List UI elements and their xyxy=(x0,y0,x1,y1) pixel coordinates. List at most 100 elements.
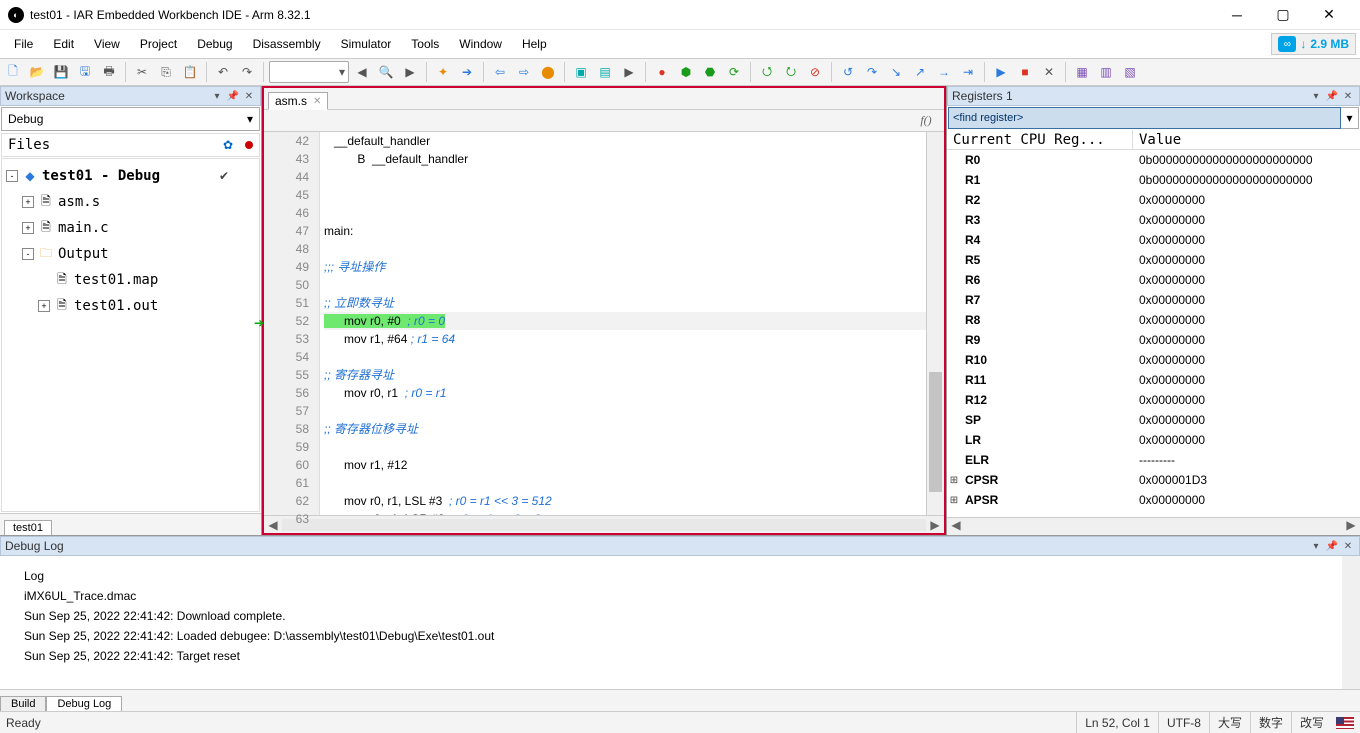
editor-hscrollbar[interactable]: ◀▶ xyxy=(264,515,944,533)
register-row[interactable]: SP0x00000000 xyxy=(947,410,1360,430)
go-button[interactable]: ⭯ xyxy=(756,61,778,83)
menu-file[interactable]: File xyxy=(4,32,43,56)
compile-button[interactable]: ▣ xyxy=(570,61,592,83)
nav-fwd-button[interactable]: ⇨ xyxy=(513,61,535,83)
register-row[interactable]: R80x00000000 xyxy=(947,310,1360,330)
workspace-close-button[interactable]: ✕ xyxy=(242,89,256,103)
watch-button[interactable]: ▧ xyxy=(1119,61,1141,83)
trace-button[interactable]: ▦ xyxy=(1071,61,1093,83)
paste-button[interactable]: 📋 xyxy=(179,61,201,83)
step-into-button[interactable]: ↘ xyxy=(885,61,907,83)
search-combo[interactable]: ▾ xyxy=(269,61,349,83)
make-button[interactable]: ▤ xyxy=(594,61,616,83)
gear-icon[interactable]: ✿ xyxy=(223,138,233,152)
find-button[interactable]: 🔍 xyxy=(375,61,397,83)
copy-button[interactable]: ⎘ xyxy=(155,61,177,83)
register-find-input[interactable] xyxy=(948,107,1341,129)
close-tab-button[interactable]: ✕ xyxy=(313,96,321,107)
menu-tools[interactable]: Tools xyxy=(401,32,449,56)
register-row[interactable]: R60x00000000 xyxy=(947,270,1360,290)
register-row[interactable]: R120x00000000 xyxy=(947,390,1360,410)
register-row[interactable]: ⊞APSR0x00000000 xyxy=(947,490,1360,510)
register-row[interactable]: R00b000000000000000000000000 xyxy=(947,150,1360,170)
halt-button[interactable]: ■ xyxy=(1014,61,1036,83)
download-debug-button[interactable]: ⬢ xyxy=(675,61,697,83)
cut-button[interactable]: ✂ xyxy=(131,61,153,83)
tree-row[interactable]: +🗎main.c xyxy=(2,215,259,241)
registers-menu-button[interactable]: ▾ xyxy=(1309,89,1323,103)
tree-row[interactable]: 🗎test01.map xyxy=(2,267,259,293)
next-statement-button[interactable]: → xyxy=(933,61,955,83)
close-debug-button[interactable]: ✕ xyxy=(1038,61,1060,83)
tree-row[interactable]: -🗀Output xyxy=(2,241,259,267)
language-flag-icon[interactable] xyxy=(1336,717,1354,729)
undo-button[interactable]: ↶ xyxy=(212,61,234,83)
editor-code[interactable]: __default_handler B __default_handlermai… xyxy=(320,132,926,515)
stop-build-button[interactable]: ▶ xyxy=(618,61,640,83)
menu-disassembly[interactable]: Disassembly xyxy=(243,32,331,56)
log-tab-debug-log[interactable]: Debug Log xyxy=(46,696,122,711)
editor-vscrollbar[interactable] xyxy=(926,132,944,515)
registers-body[interactable]: R00b000000000000000000000000R10b00000000… xyxy=(947,150,1360,517)
register-find-dropdown[interactable]: ▾ xyxy=(1341,107,1359,129)
tree-toggle[interactable]: - xyxy=(6,170,18,182)
menu-debug[interactable]: Debug xyxy=(187,32,242,56)
debuglog-pin-button[interactable]: 📌 xyxy=(1325,539,1339,553)
register-row[interactable]: R20x00000000 xyxy=(947,190,1360,210)
register-row[interactable]: R70x00000000 xyxy=(947,290,1360,310)
save-all-button[interactable]: 🖫 xyxy=(74,61,96,83)
debuglog-menu-button[interactable]: ▾ xyxy=(1309,539,1323,553)
register-row[interactable]: R110x00000000 xyxy=(947,370,1360,390)
run-to-cursor-button[interactable]: ⇥ xyxy=(957,61,979,83)
stop-debug-button[interactable]: ⊘ xyxy=(804,61,826,83)
tree-toggle[interactable]: + xyxy=(38,300,50,312)
registers-close-button[interactable]: ✕ xyxy=(1341,89,1355,103)
function-list-button[interactable]: f() xyxy=(916,112,936,130)
project-tab[interactable]: test01 xyxy=(4,520,52,535)
registers-hscroll[interactable]: ◀▶ xyxy=(947,517,1360,535)
step-over-button[interactable]: ↷ xyxy=(861,61,883,83)
register-row[interactable]: R90x00000000 xyxy=(947,330,1360,350)
toggle-breakpoint-button[interactable]: ● xyxy=(651,61,673,83)
cloud-download-badge[interactable]: ∞ ↓ 2.9 MB xyxy=(1271,33,1356,55)
new-file-button[interactable]: 🗋 xyxy=(2,61,24,83)
maximize-button[interactable]: ▢ xyxy=(1260,0,1306,30)
nav-up-button[interactable]: ⬤ xyxy=(537,61,559,83)
file-tree[interactable]: -◆test01 - Debug✔+🗎asm.s+🗎main.c-🗀Output… xyxy=(1,158,260,512)
save-button[interactable]: 💾 xyxy=(50,61,72,83)
tree-row[interactable]: +🗎test01.out xyxy=(2,293,259,319)
goto-bookmark-button[interactable]: ➔ xyxy=(456,61,478,83)
find-next-button[interactable]: ▶ xyxy=(399,61,421,83)
find-prev-button[interactable]: ◀ xyxy=(351,61,373,83)
debug-no-download-button[interactable]: ⬣ xyxy=(699,61,721,83)
close-button[interactable]: ✕ xyxy=(1306,0,1352,30)
debug-log-body[interactable]: LogiMX6UL_Trace.dmacSun Sep 25, 2022 22:… xyxy=(0,556,1360,689)
register-row[interactable]: R100x00000000 xyxy=(947,350,1360,370)
log-tab-build[interactable]: Build xyxy=(0,696,46,711)
register-row[interactable]: LR0x00000000 xyxy=(947,430,1360,450)
menu-window[interactable]: Window xyxy=(449,32,512,56)
tree-row[interactable]: -◆test01 - Debug✔ xyxy=(2,163,259,189)
memory-button[interactable]: ▥ xyxy=(1095,61,1117,83)
step-out-button[interactable]: ↗ xyxy=(909,61,931,83)
tree-toggle[interactable]: - xyxy=(22,248,34,260)
nav-back-button[interactable]: ⇦ xyxy=(489,61,511,83)
run-button[interactable]: ▶ xyxy=(990,61,1012,83)
workspace-menu-button[interactable]: ▾ xyxy=(210,89,224,103)
register-row[interactable]: ⊞CPSR0x000001D3 xyxy=(947,470,1360,490)
registers-pin-button[interactable]: 📌 xyxy=(1325,89,1339,103)
tree-toggle[interactable]: + xyxy=(22,222,34,234)
menu-project[interactable]: Project xyxy=(130,32,187,56)
redo-button[interactable]: ↷ xyxy=(236,61,258,83)
tree-toggle[interactable]: + xyxy=(22,196,34,208)
menu-edit[interactable]: Edit xyxy=(43,32,84,56)
menu-simulator[interactable]: Simulator xyxy=(331,32,402,56)
minimize-button[interactable]: ─ xyxy=(1214,0,1260,30)
register-row[interactable]: ELR--------- xyxy=(947,450,1360,470)
register-row[interactable]: R40x00000000 xyxy=(947,230,1360,250)
tree-row[interactable]: +🗎asm.s xyxy=(2,189,259,215)
reset-button[interactable]: ↺ xyxy=(837,61,859,83)
break-button[interactable]: ⭮ xyxy=(780,61,802,83)
register-row[interactable]: R10b000000000000000000000000 xyxy=(947,170,1360,190)
workspace-pin-button[interactable]: 📌 xyxy=(226,89,240,103)
